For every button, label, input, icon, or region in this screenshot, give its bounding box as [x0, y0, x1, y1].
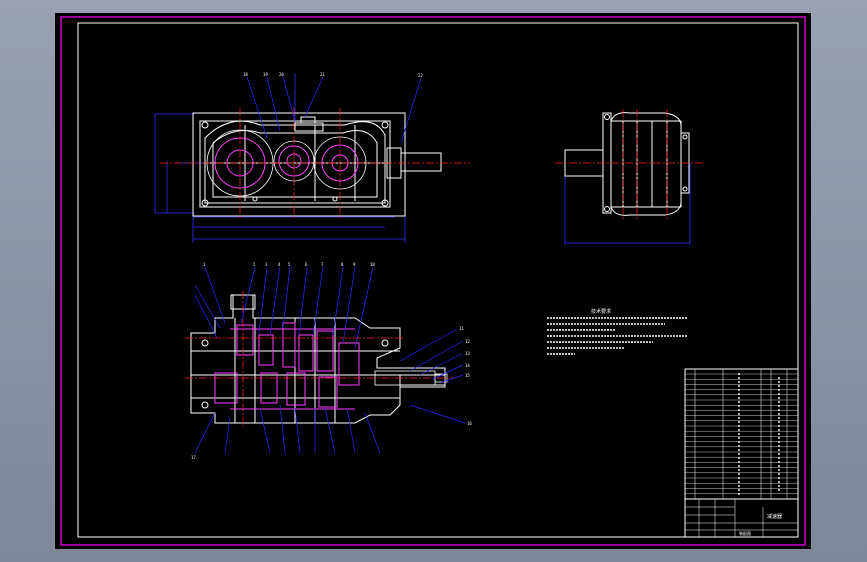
- svg-text:8: 8: [341, 262, 344, 267]
- side-view: [555, 109, 705, 245]
- svg-text:3: 3: [265, 262, 268, 267]
- svg-text:21: 21: [320, 72, 325, 77]
- title-block-title: 减速器: [767, 513, 782, 520]
- front-view: 18 19 20 21 22: [154, 72, 470, 243]
- cad-drawing: 18 19 20 21 22 1 2 3 4 5 6 7 8 9 10 1112…: [60, 16, 806, 546]
- svg-text:7: 7: [321, 262, 324, 267]
- svg-text:15: 15: [465, 373, 470, 378]
- outer-sheet-border: [60, 16, 806, 546]
- title-block-label: 装配图: [739, 530, 751, 536]
- svg-text:13: 13: [465, 351, 470, 356]
- svg-text:11: 11: [459, 326, 464, 331]
- svg-text:5: 5: [288, 262, 291, 267]
- svg-text:20: 20: [279, 72, 284, 77]
- svg-text:19: 19: [263, 72, 268, 77]
- title-block: 减速器 装配图: [684, 498, 799, 538]
- svg-text:16: 16: [467, 421, 472, 426]
- svg-text:22: 22: [418, 73, 423, 78]
- cad-drawing-viewport[interactable]: 18 19 20 21 22 1 2 3 4 5 6 7 8 9 10 11 1…: [55, 13, 811, 549]
- svg-text:18: 18: [243, 72, 248, 77]
- svg-text:14: 14: [465, 363, 470, 368]
- svg-text:1: 1: [203, 262, 206, 267]
- svg-text:6: 6: [305, 262, 308, 267]
- svg-text:17: 17: [191, 455, 196, 460]
- inner-sheet-border: [77, 22, 799, 538]
- parts-list: [684, 368, 799, 538]
- section-view: 12 34 56 78 9 10 1112 1314 1516 17: [185, 262, 472, 460]
- notes-title: 技术要求: [591, 308, 611, 315]
- svg-text:2: 2: [253, 262, 256, 267]
- svg-text:4: 4: [278, 262, 281, 267]
- svg-text:10: 10: [370, 262, 375, 267]
- svg-text:9: 9: [353, 262, 356, 267]
- svg-text:12: 12: [465, 339, 470, 344]
- technical-notes: 技术要求: [547, 308, 687, 355]
